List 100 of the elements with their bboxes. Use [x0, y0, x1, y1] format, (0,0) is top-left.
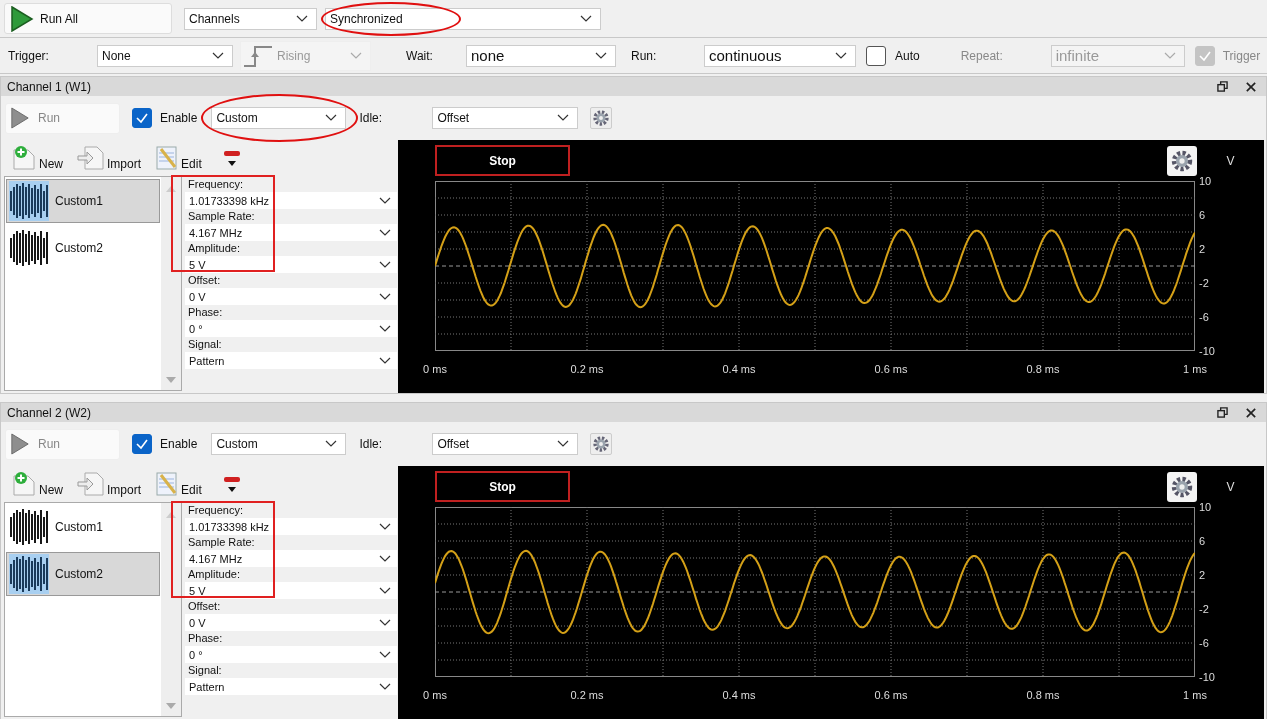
parameter-label: Signal:	[187, 337, 223, 352]
import-button[interactable]: Import	[77, 471, 142, 497]
scroll-up-icon[interactable]	[165, 511, 177, 519]
parameter-label: Frequency:	[187, 503, 245, 518]
chevron-icon	[212, 51, 224, 60]
parameter-dropdown[interactable]: Pattern	[185, 678, 397, 695]
parameter-label: Frequency:	[187, 177, 245, 192]
pattern-item[interactable]: Custom2	[6, 552, 160, 596]
x-tick-label: 0.6 ms	[874, 363, 908, 375]
idle-dropdown[interactable]: Offset	[432, 107, 579, 129]
run-mode-label: Run:	[631, 48, 658, 63]
scrollbar[interactable]	[161, 177, 181, 390]
enable-checkbox[interactable]	[132, 434, 152, 454]
close-icon[interactable]	[1246, 407, 1256, 418]
settings-button[interactable]	[590, 107, 613, 129]
chevron-icon	[379, 196, 391, 205]
notepad-pencil-icon	[155, 471, 180, 497]
mode-dropdown[interactable]: Synchronized	[325, 7, 601, 30]
play-icon	[10, 107, 30, 129]
y-tick-label: -10	[1199, 671, 1215, 683]
parameter-label: Offset:	[187, 599, 222, 614]
stop-button[interactable]: Stop	[435, 145, 570, 176]
chevron-icon	[379, 586, 391, 595]
restore-icon[interactable]	[1217, 81, 1228, 92]
rising-edge-icon	[243, 43, 273, 68]
y-tick-label: 2	[1199, 569, 1206, 581]
parameter-dropdown[interactable]: 4.167 MHz	[185, 550, 397, 567]
settings-icon	[1170, 474, 1194, 499]
new-button[interactable]: New	[11, 145, 63, 171]
checkmark-icon	[135, 111, 149, 125]
new-button[interactable]: New	[11, 471, 63, 497]
channel-title: Channel 1 (W1)	[7, 79, 93, 94]
plot-settings-button[interactable]	[1167, 145, 1197, 176]
scrollbar[interactable]	[161, 503, 181, 716]
chevron-icon	[557, 114, 570, 122]
settings-icon	[592, 435, 611, 453]
x-tick-label: 0 ms	[423, 689, 447, 701]
scroll-up-icon[interactable]	[165, 185, 177, 193]
settings-button[interactable]	[590, 433, 613, 455]
remove-menu-button[interactable]	[221, 148, 242, 168]
remove-menu-button[interactable]	[221, 474, 242, 494]
restore-icon[interactable]	[1217, 407, 1228, 418]
y-tick-label: -6	[1199, 637, 1209, 649]
y-tick-label: 6	[1199, 209, 1206, 221]
parameter-dropdown[interactable]: 5 V	[185, 582, 397, 599]
import-button[interactable]: Import	[77, 145, 142, 171]
trigger-dropdown[interactable]: None	[97, 44, 233, 67]
run-all-button[interactable]: Run All	[4, 3, 172, 34]
enable-checkbox[interactable]	[132, 108, 152, 128]
channels-dropdown[interactable]: Channels	[184, 7, 317, 30]
parameter-dropdown[interactable]: 0 V	[185, 614, 397, 631]
wait-label: Wait:	[406, 48, 434, 63]
chevron-icon	[325, 114, 338, 122]
waveform-thumbnail-icon	[9, 181, 49, 221]
parameter-dropdown[interactable]: 1.01733398 kHz	[185, 192, 397, 209]
enable-label: Enable	[160, 437, 198, 451]
parameter-label: Phase:	[187, 305, 224, 320]
run-mode-dropdown[interactable]: continuous	[704, 44, 856, 67]
parameter-dropdown[interactable]: 0 °	[185, 646, 397, 663]
y-tick-label: -2	[1199, 603, 1209, 615]
waveform-type-dropdown[interactable]: Custom	[211, 107, 347, 129]
new-document-icon	[11, 145, 37, 171]
chevron-icon	[557, 440, 570, 448]
chevron-icon	[379, 228, 391, 237]
auto-checkbox[interactable]	[866, 45, 886, 66]
parameter-dropdown[interactable]: 4.167 MHz	[185, 224, 397, 241]
chevron-icon	[379, 618, 391, 627]
parameter-dropdown[interactable]: 0 V	[185, 288, 397, 305]
chevron-icon	[296, 14, 308, 23]
idle-dropdown[interactable]: Offset	[432, 433, 579, 455]
pattern-item[interactable]: Custom1	[6, 179, 160, 223]
x-tick-label: 0.8 ms	[1026, 363, 1060, 375]
settings-icon	[592, 109, 611, 127]
waveform-thumbnail-icon	[9, 554, 49, 594]
x-tick-label: 0.4 ms	[722, 689, 756, 701]
parameter-dropdown[interactable]: Pattern	[185, 352, 397, 369]
chevron-icon	[379, 356, 391, 365]
parameter-dropdown[interactable]: 0 °	[185, 320, 397, 337]
x-tick-label: 1 ms	[1183, 363, 1207, 375]
axis-unit: V	[1225, 153, 1236, 168]
x-tick-label: 0.2 ms	[570, 689, 604, 701]
enable-label: Enable	[160, 111, 198, 125]
pattern-item[interactable]: Custom1	[6, 505, 160, 549]
parameter-label: Amplitude:	[187, 567, 241, 582]
edit-button[interactable]: Edit	[155, 145, 202, 171]
waveform-type-dropdown[interactable]: Custom	[211, 433, 347, 455]
trigger-check-label: Trigger	[1222, 48, 1261, 63]
parameter-dropdown[interactable]: 5 V	[185, 256, 397, 273]
plot-settings-button[interactable]	[1167, 471, 1197, 502]
stop-button[interactable]: Stop	[435, 471, 570, 502]
close-icon[interactable]	[1246, 81, 1256, 92]
import-document-icon	[77, 471, 105, 497]
edit-button[interactable]: Edit	[155, 471, 202, 497]
x-tick-label: 1 ms	[1183, 689, 1207, 701]
parameter-dropdown[interactable]: 1.01733398 kHz	[185, 518, 397, 535]
wait-dropdown[interactable]: none	[466, 44, 616, 67]
pattern-item[interactable]: Custom2	[6, 226, 160, 270]
x-tick-label: 0.4 ms	[722, 363, 756, 375]
notepad-pencil-icon	[155, 145, 180, 171]
waveform-thumbnail-icon	[9, 507, 49, 547]
